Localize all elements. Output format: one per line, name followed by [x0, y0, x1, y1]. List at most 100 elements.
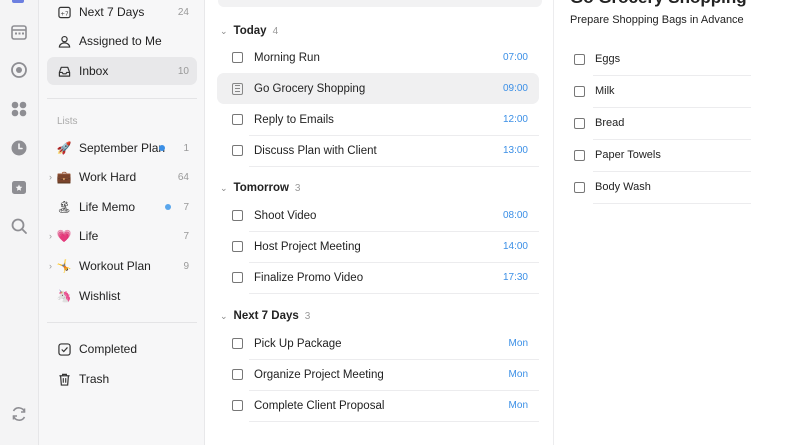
sidebar-item-inbox[interactable]: Inbox 10 [47, 57, 197, 85]
task-row[interactable]: Organize Project Meeting Mon [217, 359, 539, 390]
calendar-icon[interactable] [8, 21, 30, 43]
sidebar-item-life-memo[interactable]: 🏝 Life Memo 7 [47, 193, 197, 221]
task-row[interactable]: Discuss Plan with Client 13:00 [217, 135, 539, 166]
sidebar-item-label: Inbox [79, 64, 109, 78]
note-icon[interactable] [232, 82, 243, 95]
task-row[interactable]: Go Grocery Shopping 09:00 [217, 73, 539, 104]
checklist-item-label: Body Wash [595, 181, 651, 193]
icon-rail [0, 0, 39, 445]
task-row[interactable]: Reply to Emails 12:00 [217, 104, 539, 135]
add-task-input[interactable] [218, 0, 542, 7]
task-checkbox[interactable] [232, 52, 243, 63]
sidebar-divider [47, 98, 197, 99]
sidebar-item-label: Work Hard [79, 170, 137, 184]
task-title: Reply to Emails [254, 113, 334, 126]
checklist-item[interactable]: Bread [574, 112, 754, 134]
search-icon[interactable] [8, 215, 30, 237]
sidebar-item-september-plan[interactable]: 🚀 September Plan 1 [47, 134, 197, 162]
task-checkbox[interactable] [232, 241, 243, 252]
sidebar-item-label: Completed [79, 342, 138, 356]
shared-dot [159, 145, 165, 151]
sidebar-item-count: 7 [183, 201, 189, 213]
chevron-right-icon[interactable]: › [49, 231, 52, 241]
row-divider [249, 166, 539, 167]
chevron-right-icon[interactable]: › [49, 172, 52, 182]
sidebar-item-next-7-days[interactable]: +7 Next 7 Days 24 [47, 0, 197, 26]
row-divider [593, 203, 751, 204]
sidebar-item-completed[interactable]: Completed [47, 335, 197, 363]
task-checkbox[interactable] [232, 210, 243, 221]
sidebar-item-assigned-to-me[interactable]: Assigned to Me [47, 27, 197, 55]
task-detail-panel: Go Grocery Shopping Prepare Shopping Bag… [553, 0, 800, 445]
chevron-right-icon[interactable]: › [49, 261, 52, 271]
chevron-down-icon[interactable]: ⌄ [220, 26, 228, 37]
active-indicator [12, 0, 24, 3]
task-title: Pick Up Package [254, 337, 342, 350]
task-checkbox[interactable] [232, 400, 243, 411]
sidebar-item-trash[interactable]: Trash [47, 365, 197, 393]
chevron-down-icon[interactable]: ⌄ [220, 311, 228, 322]
next-7-days-icon: +7 [57, 5, 71, 19]
heart-icon: 💗 [56, 229, 72, 243]
task-checkbox[interactable] [232, 338, 243, 349]
task-checkbox[interactable] [232, 114, 243, 125]
section-header-tomorrow[interactable]: ⌄ Tomorrow 3 [220, 179, 300, 197]
sidebar-item-label: Life Memo [79, 200, 136, 214]
sidebar-item-wishlist[interactable]: 🦄 Wishlist [47, 282, 197, 310]
section-count: 4 [272, 25, 279, 37]
checklist-item[interactable]: Body Wash [574, 176, 754, 198]
checklist-item[interactable]: Milk [574, 80, 754, 102]
sync-icon[interactable] [8, 403, 30, 425]
inbox-icon [57, 64, 71, 78]
task-title: Finalize Promo Video [254, 271, 364, 284]
task-checkbox[interactable] [232, 369, 243, 380]
section-header-today[interactable]: ⌄ Today 4 [220, 22, 278, 40]
task-row[interactable]: Pick Up Package Mon [217, 328, 539, 359]
chevron-down-icon[interactable]: ⌄ [220, 183, 228, 194]
sidebar-item-workout-plan[interactable]: › 🤸 Workout Plan 9 [47, 252, 197, 280]
checklist-checkbox[interactable] [574, 181, 585, 193]
completed-icon [57, 342, 71, 356]
checklist-item[interactable]: Paper Towels [574, 144, 754, 166]
checklist-checkbox[interactable] [574, 53, 585, 65]
clock-icon[interactable] [8, 137, 30, 159]
task-title: Morning Run [254, 51, 320, 64]
task-checkbox[interactable] [232, 272, 243, 283]
checklist-checkbox[interactable] [574, 117, 585, 129]
section-header-next-7-days[interactable]: ⌄ Next 7 Days 3 [220, 307, 310, 325]
task-row[interactable]: Complete Client Proposal Mon [217, 390, 539, 421]
cartwheel-icon: 🤸 [56, 259, 72, 273]
sidebar-item-count: 24 [177, 6, 189, 18]
matrix-icon[interactable] [8, 98, 30, 120]
unicorn-icon: 🦄 [56, 289, 72, 303]
sidebar: +7 Next 7 Days 24 Assigned to Me Inbox 1… [39, 0, 205, 445]
task-due-time: Mon [508, 400, 528, 411]
rocket-icon: 🚀 [56, 141, 72, 155]
shared-dot [165, 204, 171, 210]
task-title: Shoot Video [254, 209, 317, 222]
habit-icon[interactable] [8, 59, 30, 81]
task-detail-title[interactable]: Go Grocery Shopping [570, 0, 747, 8]
row-divider [593, 107, 751, 108]
task-checkbox[interactable] [232, 145, 243, 156]
checklist-checkbox[interactable] [574, 149, 585, 161]
task-row[interactable]: Morning Run 07:00 [217, 42, 539, 73]
sidebar-item-count: 9 [183, 260, 189, 272]
checklist-item-label: Eggs [595, 53, 621, 65]
task-row[interactable]: Finalize Promo Video 17:30 [217, 262, 539, 293]
task-title: Discuss Plan with Client [254, 144, 377, 157]
checklist-item-label: Paper Towels [595, 149, 661, 161]
sidebar-item-label: September Plan [79, 141, 166, 155]
sidebar-item-life[interactable]: › 💗 Life 7 [47, 222, 197, 250]
checklist-item[interactable]: Eggs [574, 48, 754, 70]
task-detail-description[interactable]: Prepare Shopping Bags in Advance [570, 14, 744, 26]
briefcase-icon: 💼 [56, 170, 72, 184]
sidebar-item-work-hard[interactable]: › 💼 Work Hard 64 [47, 163, 197, 191]
checklist-checkbox[interactable] [574, 85, 585, 97]
sidebar-item-count: 7 [183, 230, 189, 242]
sidebar-item-count: 1 [183, 142, 189, 154]
countdown-icon[interactable] [8, 176, 30, 198]
sidebar-item-count: 10 [177, 65, 189, 77]
task-row[interactable]: Shoot Video 08:00 [217, 200, 539, 231]
task-row[interactable]: Host Project Meeting 14:00 [217, 231, 539, 262]
